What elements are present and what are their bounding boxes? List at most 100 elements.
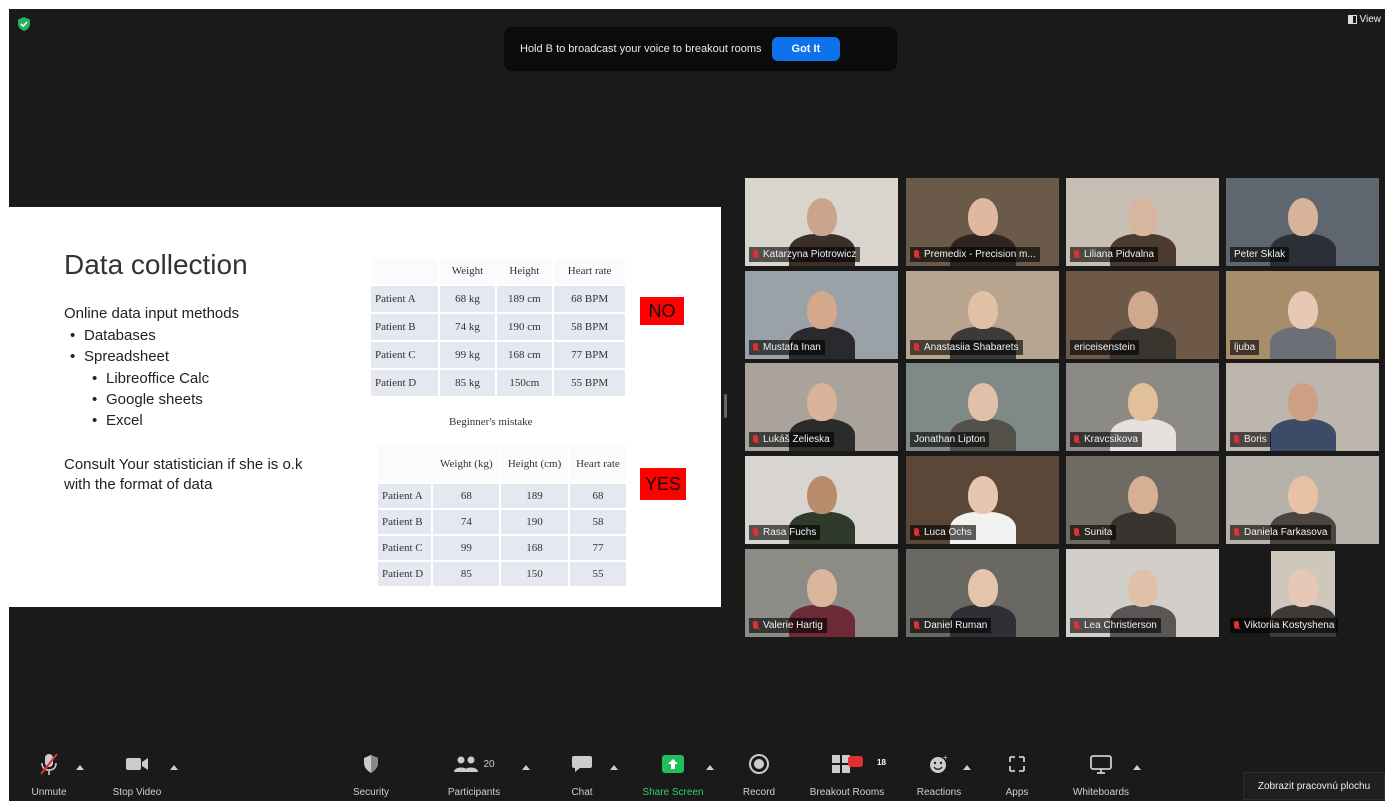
participant-face [1128,291,1158,329]
participant-name: Kravcsikova [1070,432,1142,447]
view-label: View [1359,14,1382,25]
participant-tile[interactable]: Valerie Hartig [745,549,898,637]
share-options-caret[interactable] [706,765,714,770]
mic-muted-icon [753,528,758,536]
participant-tile[interactable]: ljuba [1226,271,1379,359]
participant-body [1270,327,1336,359]
participant-name-text: Anastasiia Shabarets [924,342,1019,353]
participant-face [968,569,998,607]
participant-tile[interactable]: Boris [1226,363,1379,451]
apps-button[interactable]: Apps [997,749,1037,798]
mic-muted-icon [753,250,758,258]
view-button[interactable]: View [1347,14,1382,25]
participant-tile[interactable]: Sunita [1066,456,1219,544]
participant-tile[interactable]: Jonathan Lipton [906,363,1059,451]
table-header: Heart rate [569,446,626,482]
audio-options-caret[interactable] [76,765,84,770]
zoom-meeting-window: View Hold B to broadcast your voice to b… [9,9,1385,801]
participant-body [1270,419,1336,451]
share-screen-icon [662,755,684,773]
participant-face [807,476,837,514]
table-cell: Patient D [371,370,439,396]
share-screen-button[interactable]: Share Screen [636,749,710,798]
table-cell: 150cm [496,370,553,396]
participant-tile[interactable]: Lea Christierson [1066,549,1219,637]
participant-tile[interactable]: Daniela Farkasova [1226,456,1379,544]
table-row: Patient D 85 kg 150cm 55 BPM [371,370,625,396]
participant-name: Peter Sklak [1230,247,1290,262]
table-cell: 85 [433,562,500,586]
whiteboards-options-caret[interactable] [1133,765,1141,770]
table-cell: 99 [433,536,500,560]
record-button[interactable]: Record [734,749,784,798]
unmute-button[interactable]: Unmute [19,749,79,798]
table-cell: 189 cm [496,286,553,312]
security-label: Security [352,787,390,798]
breakout-rooms-button[interactable]: 18 Breakout Rooms [806,749,888,798]
participant-tile[interactable]: Katarzyna Piotrowicz [745,178,898,266]
participant-tile[interactable]: Daniel Ruman [906,549,1059,637]
participant-name-text: Premedix - Precision m... [924,249,1036,260]
participant-tile[interactable]: Anastasiia Shabarets [906,271,1059,359]
chat-button[interactable]: Chat [562,749,602,798]
participant-tile[interactable]: Rasa Fuchs [745,456,898,544]
participant-tile[interactable]: Kravcsikova [1066,363,1219,451]
correct-format-table: Weight (kg) Height (cm) Heart rate Patie… [376,444,628,588]
participant-name-text: Liliana Pidvalna [1084,249,1155,260]
participant-name: Sunita [1070,525,1117,540]
whiteboard-icon [1090,755,1112,774]
participant-name-text: Daniel Ruman [924,620,988,631]
participant-tile[interactable]: Luca Ochs [906,456,1059,544]
bullet-libreoffice: Libreoffice Calc [92,370,209,387]
participant-tile[interactable]: Peter Sklak [1226,178,1379,266]
resize-handle[interactable] [724,394,727,418]
participant-name-text: Luca Ochs [924,527,972,538]
participant-tile[interactable]: Liliana Pidvalna [1066,178,1219,266]
table-cell: 58 [569,510,626,534]
participant-name: Daniela Farkasova [1230,525,1332,540]
participant-face [968,291,998,329]
participant-tile[interactable]: Lukáš Zelieska [745,363,898,451]
table-cell: 68 [433,484,500,508]
participants-options-caret[interactable] [522,765,530,770]
encryption-shield-icon[interactable] [16,16,32,32]
chat-options-caret[interactable] [610,765,618,770]
table-cell: 99 kg [440,342,495,368]
bullet-databases: Databases [70,327,156,344]
video-options-caret[interactable] [170,765,178,770]
table-cell: Patient B [371,314,439,340]
stop-video-button[interactable]: Stop Video [104,749,170,798]
participant-tile[interactable]: ericeisenstein [1066,271,1219,359]
broadcast-message: Hold B to broadcast your voice to breako… [520,43,762,55]
reactions-button[interactable]: + Reactions [909,749,969,798]
mic-muted-icon [753,435,758,443]
security-button[interactable]: Security [346,749,396,798]
participant-tile[interactable]: Premedix - Precision m... [906,178,1059,266]
table-cell: 150 [501,562,568,586]
participant-face [807,291,837,329]
participants-button[interactable]: 20 Participants [439,749,509,798]
apps-icon [1009,756,1025,772]
show-desktop-button[interactable]: Zobrazit pracovnú plochu [1243,772,1385,800]
table-cell: 68 [569,484,626,508]
table-row: Patient D 85 150 55 [378,562,626,586]
security-shield-icon [364,755,378,773]
participant-face [968,198,998,236]
share-screen-label: Share Screen [642,787,704,798]
whiteboards-button[interactable]: Whiteboards [1071,749,1131,798]
participant-name-text: Rasa Fuchs [763,527,817,538]
participant-tile[interactable]: Viktoriia Kostyshena [1226,549,1379,637]
breakout-rooms-icon [832,755,863,773]
participant-name-text: Lea Christierson [1084,620,1157,631]
yes-label: YES [640,468,686,500]
participant-name: ljuba [1230,340,1260,355]
slide-title: Data collection [64,249,248,280]
reactions-options-caret[interactable] [963,765,971,770]
mic-muted-icon [914,621,919,629]
participant-tile[interactable]: Mustafa Inan [745,271,898,359]
got-it-button[interactable]: Got It [771,37,841,61]
mic-muted-icon [914,343,919,351]
table-cell: 168 cm [496,342,553,368]
mic-muted-icon [753,343,758,351]
breakout-count-badge: 18 [877,758,886,767]
